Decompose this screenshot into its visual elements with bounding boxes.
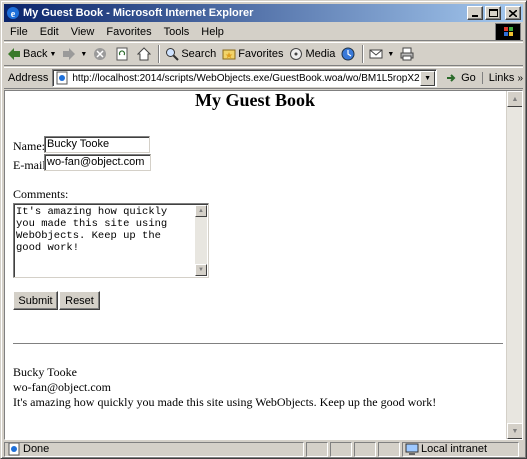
page-scrollbar[interactable]: ▲ ▼ (506, 91, 522, 439)
chevron-down-icon[interactable]: ▼ (80, 51, 87, 58)
status-bar: Done Local intranet (4, 441, 523, 457)
history-button[interactable] (338, 44, 360, 64)
status-cell (306, 441, 328, 457)
back-label: Back (23, 48, 48, 60)
web-page: My Guest Book Name: Bucky Tooke E-mail w… (5, 91, 505, 439)
entry-email: wo-fan@object.com (13, 380, 112, 394)
menu-favorites[interactable]: Favorites (100, 26, 157, 38)
go-button[interactable]: Go (441, 71, 480, 85)
comments-textarea[interactable]: It's amazing how quickly you made this s… (13, 203, 209, 278)
scroll-up-arrow-icon[interactable]: ▲ (195, 205, 207, 217)
content-frame: My Guest Book Name: Bucky Tooke E-mail w… (4, 90, 523, 440)
status-cell (378, 441, 400, 457)
scroll-down-arrow-icon[interactable]: ▼ (195, 264, 207, 276)
stop-button[interactable] (90, 44, 112, 64)
toolbar-separator (362, 45, 365, 63)
email-label: E-mail (13, 158, 46, 172)
address-url[interactable]: http://localhost:2014/scripts/WebObjects… (72, 73, 420, 84)
menu-tools[interactable]: Tools (158, 26, 196, 38)
favorites-folder-icon (222, 49, 236, 60)
page-title: My Guest Book (194, 91, 315, 110)
menu-edit[interactable]: Edit (34, 26, 65, 38)
maximize-icon (488, 9, 498, 17)
refresh-button[interactable] (112, 44, 134, 64)
go-label: Go (461, 72, 476, 84)
status-text-cell: Done (4, 441, 304, 457)
page-done-icon (8, 442, 20, 456)
back-button[interactable]: Back ▼ (4, 44, 59, 64)
chevron-down-icon[interactable]: ▼ (49, 51, 56, 58)
ie-logo-icon: e (7, 7, 19, 20)
divider (13, 343, 503, 345)
comments-text[interactable]: It's amazing how quickly you made this s… (16, 206, 192, 254)
windows-flag-icon (495, 23, 521, 41)
entry-name: Bucky Tooke (13, 365, 77, 379)
minimize-icon (472, 15, 478, 17)
home-button[interactable] (134, 44, 156, 64)
back-arrow-icon (8, 48, 20, 60)
search-label: Search (181, 48, 217, 60)
maximize-button[interactable] (485, 6, 501, 20)
print-icon (400, 47, 414, 61)
close-button[interactable] (505, 6, 521, 20)
media-button[interactable]: Media (286, 44, 338, 64)
favorites-button[interactable]: Favorites (219, 44, 286, 64)
refresh-icon (116, 47, 128, 61)
chevron-down-icon[interactable]: ▼ (420, 70, 436, 86)
intranet-icon (405, 443, 419, 455)
comments-label: Comments: (13, 187, 69, 201)
title-bar[interactable]: e My Guest Book - Microsoft Internet Exp… (4, 4, 523, 22)
favorites-label: Favorites (238, 48, 284, 60)
status-cell (330, 441, 352, 457)
history-icon (341, 47, 355, 61)
media-icon (290, 48, 303, 60)
menu-bar: File Edit View Favorites Tools Help (4, 23, 523, 41)
scroll-down-arrow-icon[interactable]: ▼ (507, 423, 522, 439)
address-bar: Address http://localhost:2014/scripts/We… (4, 67, 523, 89)
search-button[interactable]: Search (162, 44, 219, 64)
reset-button[interactable]: Reset (59, 291, 100, 310)
zone-cell: Local intranet (402, 441, 519, 457)
status-text: Done (23, 443, 50, 455)
textarea-scrollbar[interactable]: ▲ ▼ (195, 205, 207, 276)
scroll-up-arrow-icon[interactable]: ▲ (507, 91, 522, 107)
close-icon (509, 9, 517, 17)
toolbar-separator (158, 45, 161, 63)
forward-button[interactable]: ▼ (59, 44, 90, 64)
forward-arrow-icon (63, 48, 76, 60)
zone-text: Local intranet (421, 443, 488, 455)
name-field[interactable]: Bucky Tooke (44, 136, 150, 153)
home-icon (137, 47, 152, 61)
name-label: Name: (13, 139, 45, 153)
chevron-right-icon[interactable]: » (517, 73, 523, 84)
menu-file[interactable]: File (4, 26, 34, 38)
standard-toolbar: Back ▼ ▼ Search Favorites Media ▼ (4, 42, 523, 66)
print-button[interactable] (397, 44, 419, 64)
window-title: My Guest Book - Microsoft Internet Explo… (23, 7, 254, 19)
status-cell (354, 441, 376, 457)
menu-help[interactable]: Help (195, 26, 230, 38)
submit-button[interactable]: Submit (13, 291, 58, 310)
minimize-button[interactable] (467, 6, 483, 20)
mail-button[interactable]: ▼ (366, 44, 397, 64)
stop-icon (94, 48, 107, 60)
address-input[interactable]: http://localhost:2014/scripts/WebObjects… (52, 69, 438, 87)
chevron-down-icon[interactable]: ▼ (387, 51, 394, 58)
entry-comment: It's amazing how quickly you made this s… (13, 395, 437, 409)
search-icon (166, 48, 180, 61)
browser-window: e My Guest Book - Microsoft Internet Exp… (0, 0, 527, 459)
mail-icon (369, 49, 383, 59)
address-label: Address (8, 72, 49, 84)
menu-view[interactable]: View (65, 26, 101, 38)
svg-text:e: e (11, 9, 16, 20)
go-arrow-icon (447, 74, 456, 82)
links-button[interactable]: Links (481, 72, 514, 84)
email-field[interactable]: wo-fan@object.com (44, 154, 151, 171)
page-icon (56, 71, 68, 85)
media-label: Media (305, 48, 336, 60)
